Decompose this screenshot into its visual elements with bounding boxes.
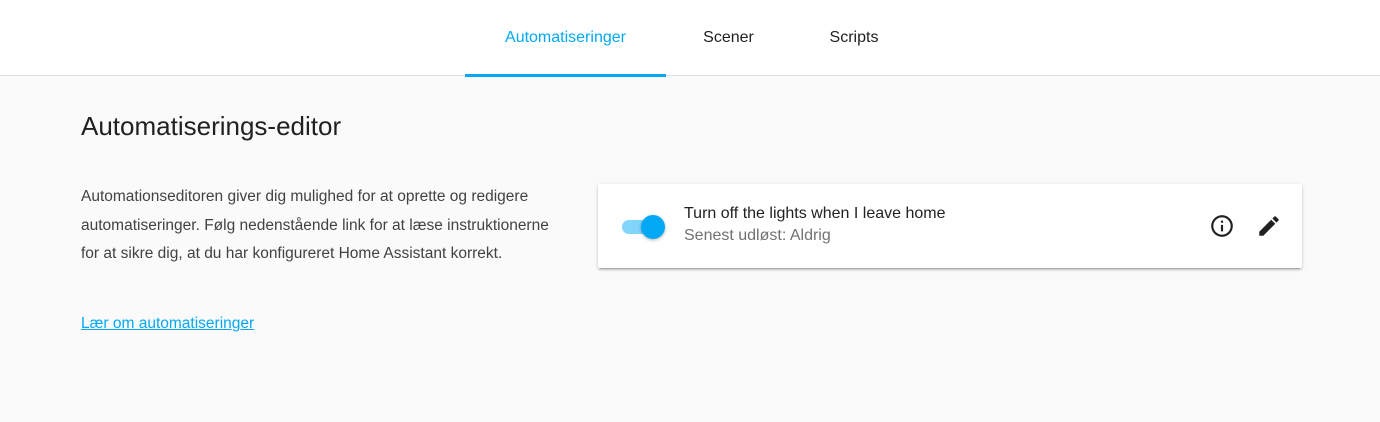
edit-button[interactable] — [1256, 213, 1282, 239]
info-button[interactable] — [1209, 213, 1235, 239]
automation-enable-toggle[interactable] — [622, 215, 665, 239]
automation-card: Turn off the lights when I leave home Se… — [598, 184, 1302, 268]
automation-name[interactable]: Turn off the lights when I leave home — [684, 205, 945, 223]
tab-bar: Automatiseringer Scener Scripts — [465, 0, 917, 77]
tab-automations[interactable]: Automatiseringer — [465, 0, 666, 77]
automation-last-triggered: Senest udløst: Aldrig — [684, 227, 831, 244]
tab-scripts[interactable]: Scripts — [791, 0, 917, 76]
top-app-bar: Automatiseringer Scener Scripts — [0, 0, 1380, 77]
page-title: Automatiserings-editor — [81, 111, 342, 141]
intro-text: Automationseditoren giver dig mulighed f… — [81, 188, 549, 262]
pencil-icon — [1259, 216, 1279, 236]
main-content: Automatiserings-editor Automationseditor… — [0, 77, 1380, 422]
toggle-knob — [641, 215, 665, 239]
tab-scenes[interactable]: Scener — [666, 0, 791, 76]
learn-about-automations-link[interactable]: Lær om automatiseringer — [81, 315, 254, 333]
info-icon — [1211, 215, 1233, 237]
